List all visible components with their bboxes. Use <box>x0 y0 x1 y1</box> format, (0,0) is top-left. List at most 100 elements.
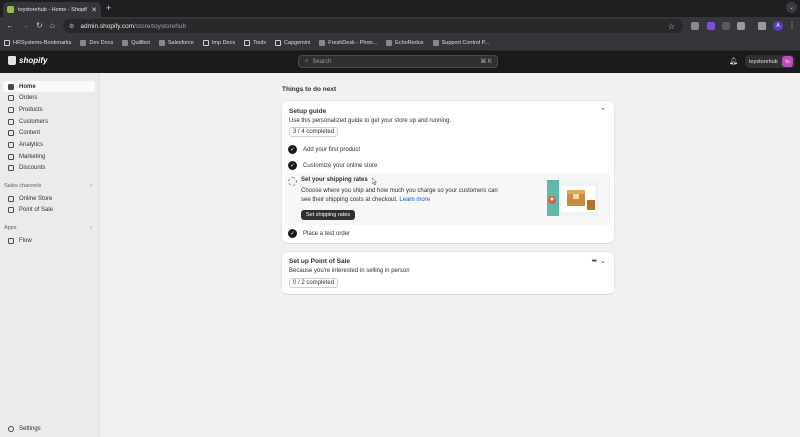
bell-icon[interactable]: 🔔︎ <box>729 57 738 65</box>
task-item[interactable]: ✓ Add your first product <box>288 145 608 154</box>
sidebar-item-products[interactable]: Products <box>3 104 95 115</box>
discounts-icon <box>8 165 14 172</box>
sidebar-item-content[interactable]: Content <box>3 128 95 139</box>
bookmark-item[interactable]: FreshDesk - Phon... <box>319 39 378 46</box>
learn-more-link[interactable]: Learn more <box>399 197 430 203</box>
bookmark-item[interactable]: Support Control P... <box>432 39 490 46</box>
bookmark-label: FreshDesk - Phon... <box>328 39 378 46</box>
extension-icon[interactable] <box>691 22 699 30</box>
reload-icon[interactable]: ↻ <box>36 21 43 31</box>
incomplete-circle-icon[interactable] <box>288 177 297 186</box>
extension-icon[interactable] <box>707 22 715 30</box>
flow-icon <box>8 237 14 244</box>
shopify-logo[interactable]: shopify <box>8 56 47 65</box>
sidebar-item-discounts[interactable]: Discounts <box>3 163 95 174</box>
task-label: Place a test order <box>303 230 351 237</box>
sidebar-item-marketing[interactable]: Marketing <box>3 151 95 162</box>
setup-guide-subtitle: Use this personalized guide to get your … <box>289 118 452 124</box>
task-item[interactable]: ✓ Place a test order <box>288 229 608 238</box>
sales-channels-heading[interactable]: Sales channels › <box>4 183 92 189</box>
bookmark-item[interactable]: Tools <box>244 39 266 46</box>
shopify-topbar: shopify ⌕ Search ⌘ K 🔔︎ toystorehub To <box>0 51 800 73</box>
tab-title: toystorehub - Home - Shopify <box>18 6 88 13</box>
bookmark-label: Quillbot <box>131 39 150 46</box>
address-bar[interactable]: ⚙ admin.shopify.com/store/toystorehub ☆ <box>63 19 683 33</box>
bookmark-icon <box>80 39 87 46</box>
sidebar-item-flow[interactable]: Flow <box>3 235 95 246</box>
bookmark-label: Tools <box>253 39 266 46</box>
browser-toolbar: ← → ↻ ⌂ ⚙ admin.shopify.com/store/toysto… <box>0 17 800 35</box>
chevron-up-icon[interactable]: ⌃ <box>600 107 606 115</box>
task-item[interactable]: ✓ Customize your online store <box>288 161 608 170</box>
store-name: toystorehub <box>749 58 778 65</box>
store-menu-button[interactable]: toystorehub To <box>745 55 795 68</box>
products-icon <box>8 106 14 113</box>
chevron-right-icon: › <box>90 225 92 231</box>
bookmark-item[interactable]: Salesforce <box>158 39 194 46</box>
bookmark-item[interactable]: Quillbot <box>122 39 150 46</box>
checkmark-icon: ✓ <box>288 161 297 170</box>
sidebar-item-home[interactable]: Home <box>3 81 95 92</box>
tab-search-icon[interactable]: ⌄ <box>786 2 797 13</box>
bookmark-star-icon[interactable]: ☆ <box>668 22 675 31</box>
mouse-cursor-icon <box>372 178 377 185</box>
set-shipping-rates-button[interactable]: Set shipping rates <box>301 210 356 220</box>
site-info-icon[interactable]: ⚙ <box>69 23 74 30</box>
bookmark-item[interactable]: Imp Docs <box>202 39 236 46</box>
more-options-icon[interactable]: ••• <box>592 258 597 265</box>
bookmark-label: Imp Docs <box>211 39 236 46</box>
sidebar-item-label: Point of Sale <box>19 207 54 214</box>
sidebar-item-customers[interactable]: Customers <box>3 116 95 127</box>
folder-icon <box>244 39 251 46</box>
close-tab-icon[interactable]: ✕ <box>91 6 97 14</box>
sidebar-item-online-store[interactable]: Online Store <box>3 193 95 204</box>
sidebar-item-label: Marketing <box>19 153 46 160</box>
extension-icon[interactable] <box>722 22 730 30</box>
apps-heading[interactable]: Apps › <box>4 225 92 231</box>
browser-menu-icon[interactable]: ⋮ <box>788 21 796 30</box>
forward-icon[interactable]: → <box>21 21 29 31</box>
search-input[interactable]: ⌕ Search ⌘ K <box>298 55 498 68</box>
sidebar-item-label: Flow <box>19 237 32 244</box>
side-panel-icon[interactable] <box>758 22 766 30</box>
task-label[interactable]: Set your shipping rates <box>301 177 368 183</box>
sidebar-item-label: Orders <box>19 95 38 102</box>
main-content: Things to do next Setup guide ⌃ Use this… <box>100 73 800 437</box>
new-tab-icon[interactable]: + <box>106 3 111 13</box>
extensions-puzzle-icon[interactable] <box>737 22 745 30</box>
store-avatar: To <box>781 56 793 67</box>
bookmark-item[interactable]: Dev Docs <box>80 39 113 46</box>
shipping-task-expanded: Set your shipping rates Choose where you… <box>285 173 610 225</box>
bookmark-item[interactable]: HRSystems-Bookmarks <box>4 39 71 46</box>
url-host: admin.shopify.com <box>80 22 135 30</box>
chevron-down-icon[interactable]: ⌄ <box>600 257 606 265</box>
bookmark-label: Salesforce <box>167 39 194 46</box>
bookmark-item[interactable]: Capgemini <box>274 39 311 46</box>
back-icon[interactable]: ← <box>6 21 14 31</box>
profile-avatar[interactable]: A <box>773 21 783 31</box>
sidebar-item-settings[interactable]: Settings <box>3 423 95 434</box>
bookmark-label: EchoRedux <box>395 39 424 46</box>
apps-label: Apps <box>4 225 17 231</box>
shopify-bag-icon <box>8 56 16 65</box>
sidebar-item-label: Settings <box>19 425 41 432</box>
search-shortcut: ⌘ K <box>480 59 492 65</box>
bookmark-label: Support Control P... <box>441 39 490 46</box>
sidebar-item-label: Products <box>19 106 43 113</box>
chevron-right-icon: › <box>90 183 92 189</box>
bookmark-label: Capgemini <box>283 39 311 46</box>
bookmark-item[interactable]: EchoRedux <box>386 39 424 46</box>
home-icon[interactable]: ⌂ <box>50 21 55 31</box>
progress-badge: 3 / 4 completed <box>289 127 339 137</box>
sidebar-item-label: Online Store <box>19 195 53 202</box>
progress-badge: 0 / 2 completed <box>289 278 339 288</box>
page-title: Things to do next <box>282 86 337 93</box>
setup-guide-card: Setup guide ⌃ Use this personalized guid… <box>282 101 614 243</box>
sidebar-item-point-of-sale[interactable]: Point of Sale <box>3 205 95 216</box>
freshdesk-icon <box>319 39 326 46</box>
sidebar-item-orders[interactable]: Orders <box>3 93 95 104</box>
search-icon: ⌕ <box>305 58 309 64</box>
sidebar-item-analytics[interactable]: Analytics <box>3 140 95 151</box>
quillbot-icon <box>122 39 129 46</box>
browser-tab[interactable]: toystorehub - Home - Shopify ✕ <box>3 2 101 17</box>
